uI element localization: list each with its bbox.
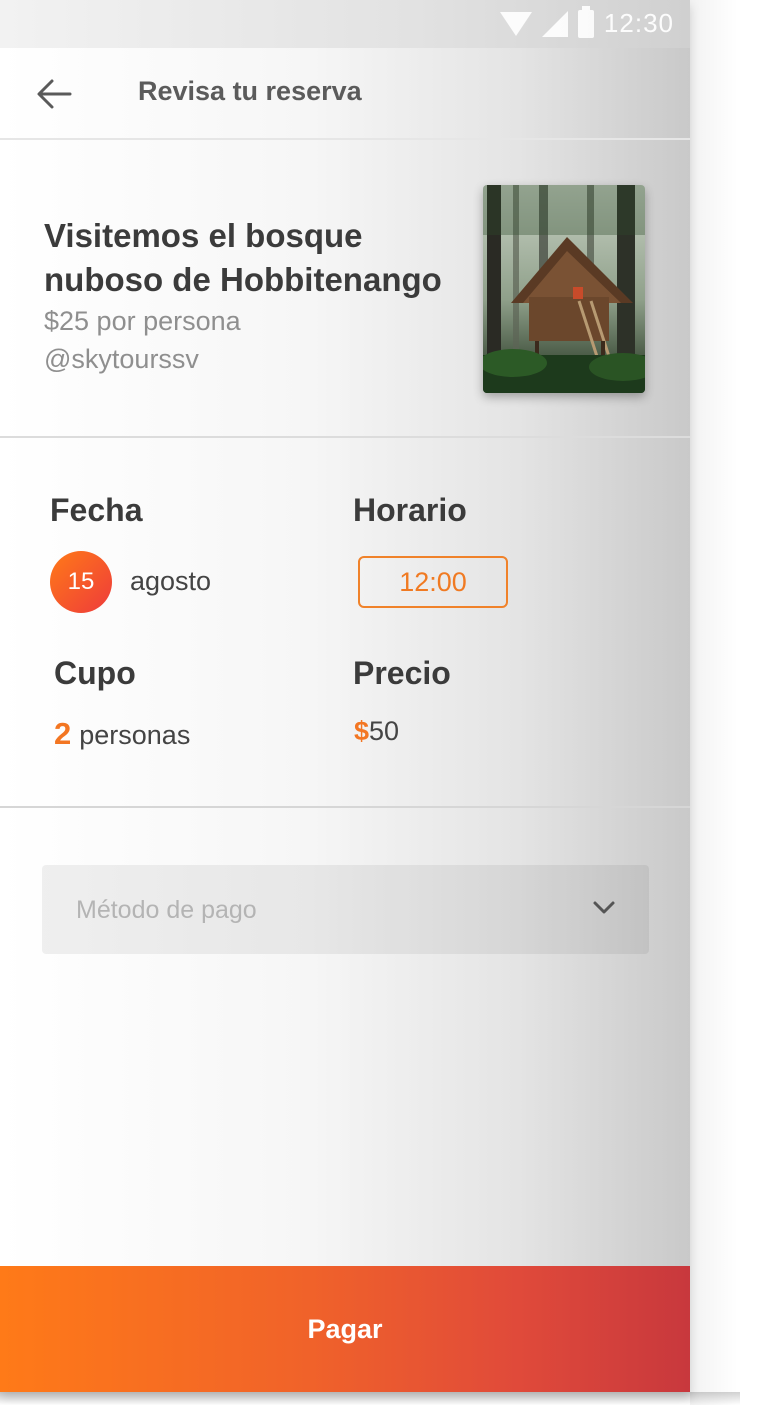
- signal-icon: [541, 10, 568, 37]
- capacity-value: 2 personas: [54, 716, 190, 752]
- capacity-count: 2: [54, 716, 72, 751]
- tour-operator-handle: @skytourssv: [44, 344, 199, 374]
- payment-method-placeholder: Método de pago: [76, 896, 257, 924]
- total-price: $50: [354, 716, 399, 747]
- capacity-label: Cupo: [54, 655, 136, 691]
- chevron-down-icon: [593, 901, 615, 914]
- tour-title: Visitemos el bosque nuboso de Hobbitenan…: [44, 217, 442, 298]
- price-amount: 50: [369, 716, 400, 746]
- price-label: Precio: [353, 655, 451, 691]
- device-bottom-shadow: [0, 1392, 740, 1405]
- time-value: 12:00: [399, 566, 467, 597]
- status-bar: 12:30: [0, 0, 690, 48]
- page-title: Revisa tu reserva: [138, 76, 362, 106]
- payment-method-select[interactable]: Método de pago: [42, 865, 649, 954]
- price-currency: $: [354, 716, 370, 746]
- status-icons: 12:30: [499, 5, 674, 39]
- app-bar: Revisa tu reserva: [0, 48, 690, 140]
- battery-icon: [577, 5, 594, 38]
- canvas: 12:30 Revisa tu reserva Visitemos el bos…: [0, 0, 758, 1405]
- device-shadow: [690, 0, 758, 1405]
- tour-summary: Visitemos el bosque nuboso de Hobbitenan…: [0, 140, 690, 438]
- status-time: 12:30: [603, 8, 674, 38]
- booking-details: Fecha 15 agosto Horario 12:00 Cupo 2 pers…: [0, 438, 690, 808]
- capacity-unit: personas: [79, 720, 191, 750]
- arrow-left-icon[interactable]: [34, 76, 74, 112]
- pay-button-label: Pagar: [307, 1313, 383, 1344]
- phone-screen: 12:30 Revisa tu reserva Visitemos el bos…: [0, 0, 690, 1392]
- date-day-badge[interactable]: 15: [50, 551, 112, 613]
- date-month: agosto: [130, 566, 212, 596]
- date-day: 15: [67, 568, 95, 595]
- wifi-icon: [499, 11, 532, 36]
- tour-price: $25 por persona: [44, 306, 241, 336]
- date-label: Fecha: [50, 492, 143, 528]
- pay-button[interactable]: Pagar: [0, 1266, 690, 1392]
- time-chip[interactable]: 12:00: [358, 556, 508, 608]
- tour-photo: [483, 185, 645, 393]
- schedule-label: Horario: [353, 492, 467, 528]
